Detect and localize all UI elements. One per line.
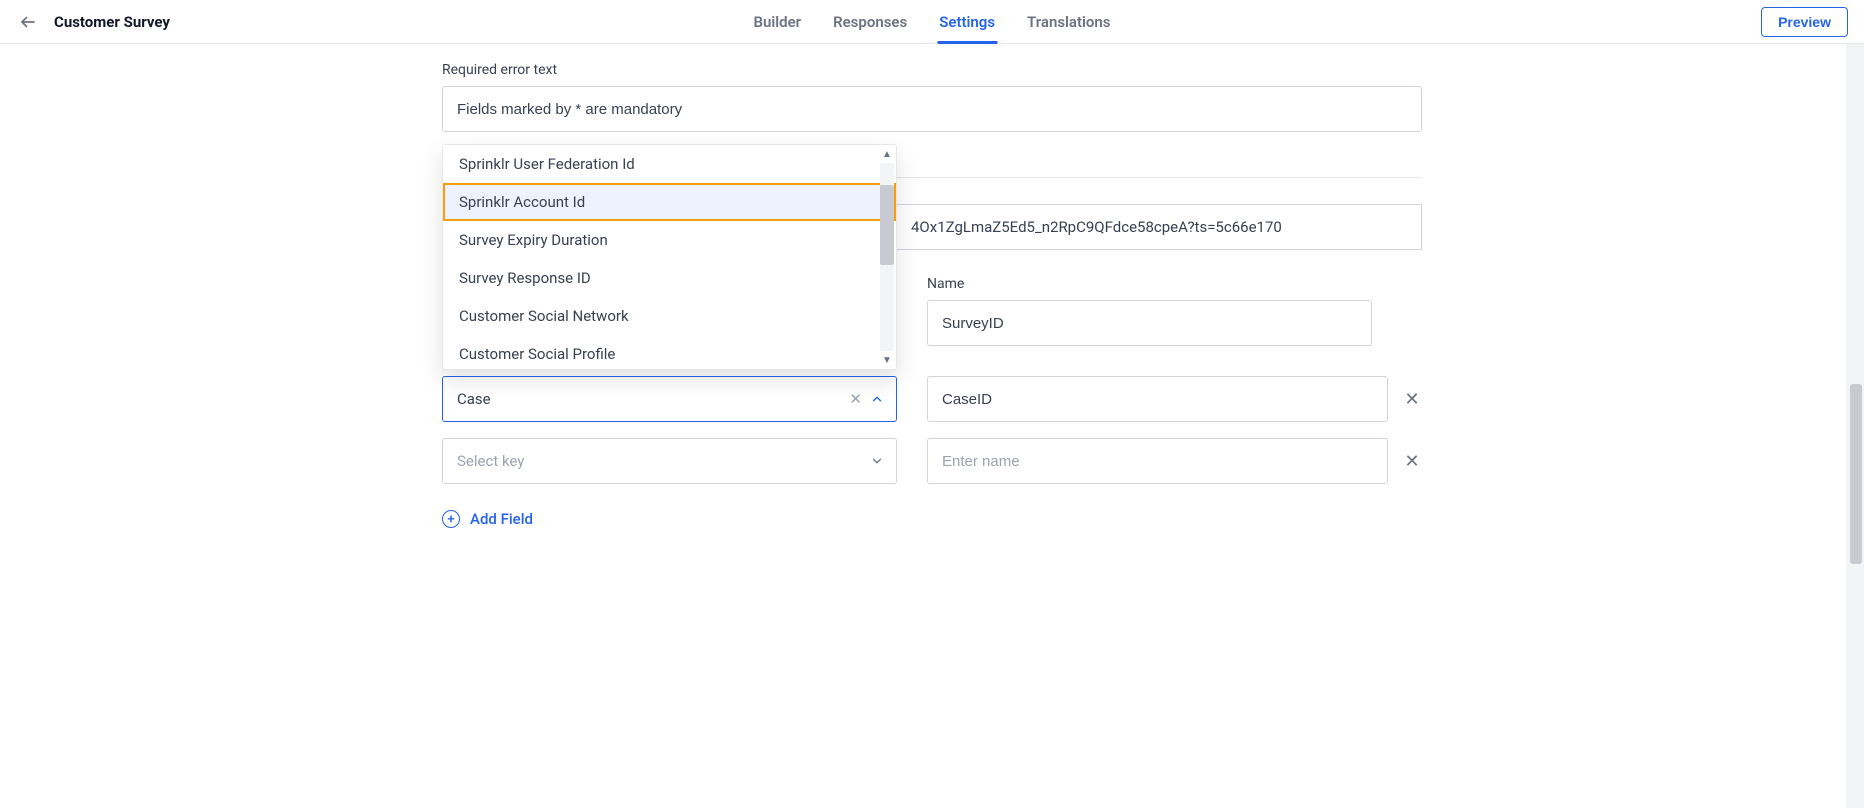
dropdown-option[interactable]: Survey Response ID [443, 259, 896, 297]
tab-translations[interactable]: Translations [1027, 0, 1110, 43]
name-input-1[interactable] [927, 300, 1372, 346]
add-field-button[interactable]: + Add Field [442, 510, 533, 528]
required-error-label: Required error text [442, 62, 1422, 78]
field-row-3: Select key ✕ [442, 438, 1422, 484]
name-input-3[interactable] [927, 438, 1388, 484]
clear-icon[interactable]: ✕ [849, 390, 862, 408]
page-scrollbar[interactable] [1846, 44, 1864, 808]
settings-page: Required error text Survey Link Settings… [442, 44, 1422, 608]
scroll-down-icon[interactable]: ▼ [880, 353, 894, 367]
survey-link-value[interactable]: 4Ox1ZgLmaZ5Ed5_n2RpC9QFdce58cpeA?ts=5c66… [897, 204, 1422, 250]
dropdown-option[interactable]: Sprinklr User Federation Id [443, 145, 896, 183]
content-scroll[interactable]: Required error text Survey Link Settings… [0, 44, 1864, 808]
page-scrollbar-thumb[interactable] [1850, 384, 1862, 564]
key-select-placeholder: Select key [457, 452, 524, 470]
page-title: Customer Survey [54, 13, 170, 31]
scroll-up-icon[interactable]: ▲ [880, 147, 894, 161]
top-bar: Customer Survey Builder Responses Settin… [0, 0, 1864, 44]
tab-settings[interactable]: Settings [939, 0, 995, 43]
tab-builder[interactable]: Builder [753, 0, 801, 43]
field-row-2: ▲ ▼ Sprinklr User Federation Id Sprinklr… [442, 376, 1422, 422]
name-column-header: Name [927, 276, 1372, 292]
key-select-active[interactable]: Case ✕ [442, 376, 897, 422]
dropdown-scroll[interactable]: Sprinklr User Federation Id Sprinklr Acc… [443, 145, 896, 369]
dropdown-option[interactable]: Customer Social Network [443, 297, 896, 335]
chevron-up-icon[interactable] [870, 392, 884, 406]
delete-row-icon[interactable]: ✕ [1402, 451, 1422, 472]
chevron-down-icon[interactable] [870, 454, 884, 468]
preview-button[interactable]: Preview [1761, 7, 1848, 37]
delete-row-icon[interactable]: ✕ [1402, 389, 1422, 410]
scrollbar-thumb[interactable] [880, 185, 894, 265]
key-select[interactable]: Select key [442, 438, 897, 484]
dropdown-option[interactable]: Survey Expiry Duration [443, 221, 896, 259]
name-input-2[interactable] [927, 376, 1388, 422]
dropdown-option[interactable]: Customer Social Profile [443, 335, 896, 369]
tab-responses[interactable]: Responses [833, 0, 907, 43]
tabs: Builder Responses Settings Translations [753, 0, 1110, 43]
key-dropdown: ▲ ▼ Sprinklr User Federation Id Sprinklr… [442, 144, 897, 370]
plus-circle-icon: + [442, 510, 460, 528]
dropdown-option-highlighted[interactable]: Sprinklr Account Id [443, 183, 896, 221]
required-error-input[interactable] [442, 86, 1422, 132]
add-field-label: Add Field [470, 510, 533, 528]
key-select-value: Case [457, 390, 491, 408]
back-arrow-icon[interactable] [16, 10, 40, 34]
